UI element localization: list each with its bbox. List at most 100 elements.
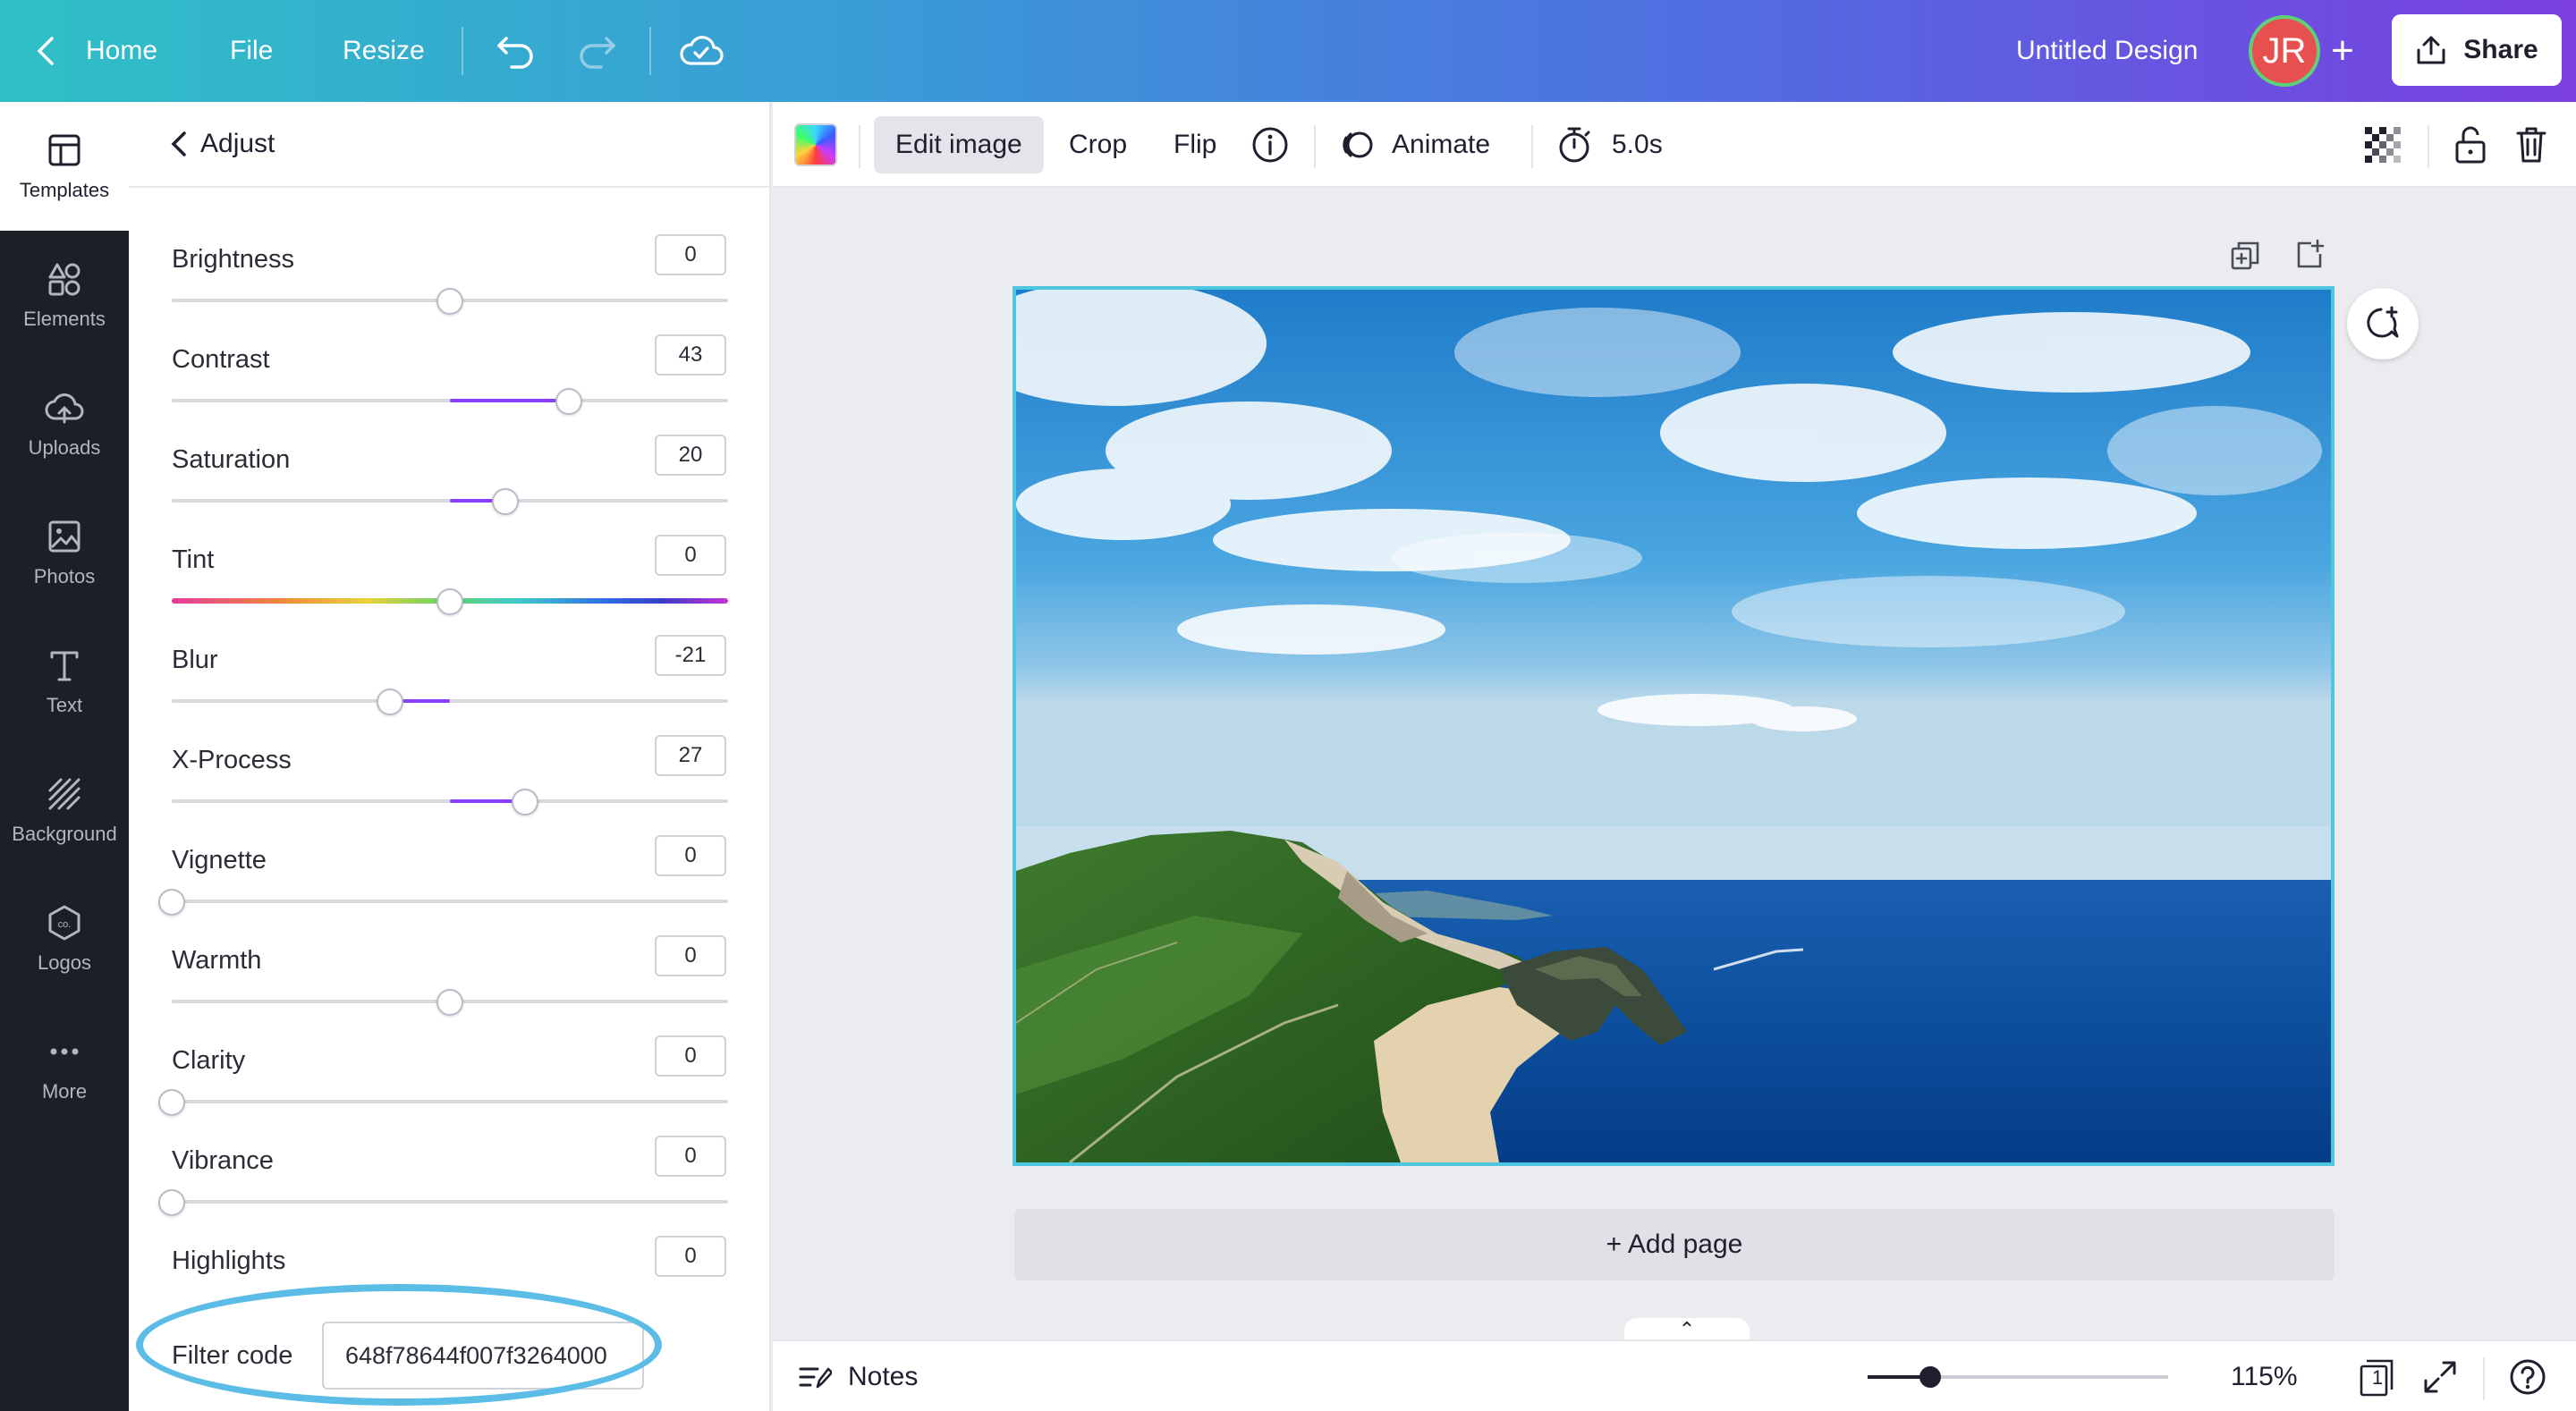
slider-knob[interactable] (158, 1089, 185, 1116)
adjust-value-input[interactable]: -21 (655, 635, 726, 676)
top-bar: Home File Resize Untitled Design JR + Sh… (0, 0, 2576, 102)
adjust-value-input[interactable]: 20 (655, 435, 726, 476)
zoom-percentage[interactable]: 115% (2231, 1341, 2298, 1411)
adjust-value-input[interactable]: 0 (655, 535, 726, 576)
nav-item-uploads[interactable]: Uploads (0, 359, 129, 488)
undo-icon[interactable] (496, 0, 535, 102)
redo-icon[interactable] (578, 0, 617, 102)
toolbar-divider (1314, 125, 1316, 168)
flip-button[interactable]: Flip (1174, 116, 1216, 173)
back-chevron-icon[interactable] (36, 0, 55, 102)
slider-knob[interactable] (158, 1189, 185, 1216)
slider-knob[interactable] (512, 789, 538, 815)
slider-knob[interactable] (158, 889, 185, 916)
edit-image-button[interactable]: Edit image (874, 116, 1044, 173)
design-title[interactable]: Untitled Design (2016, 0, 2198, 102)
resize-button[interactable]: Resize (343, 0, 425, 102)
back-chevron-icon[interactable] (170, 131, 188, 157)
adjust-label: X-Process (172, 746, 292, 774)
adjust-value-input[interactable]: 0 (655, 1236, 726, 1277)
nav-label: Text (46, 694, 83, 716)
adjust-x-process: X-Process 27 (172, 728, 728, 828)
slider-fill (450, 399, 569, 402)
slider-knob[interactable] (377, 689, 403, 715)
slider-knob[interactable] (436, 288, 463, 315)
more-icon (50, 1048, 79, 1055)
adjust-contrast: Contrast 43 (172, 327, 728, 427)
slider-track[interactable] (172, 699, 728, 703)
transparency-icon[interactable] (2361, 123, 2404, 166)
home-button[interactable]: Home (86, 0, 157, 102)
adjust-value-input[interactable]: 0 (655, 234, 726, 275)
adjust-value-input[interactable]: 0 (655, 835, 726, 876)
adjust-label: Vibrance (172, 1146, 274, 1175)
collapse-notes-chevron-icon[interactable]: ⌃ (1624, 1318, 1750, 1341)
page-count-button[interactable]: 1 (2354, 1354, 2401, 1400)
unlock-icon[interactable] (2447, 122, 2494, 168)
info-icon[interactable] (1250, 116, 1290, 173)
adjust-blur: Blur -21 (172, 628, 728, 728)
fullscreen-expand-icon[interactable] (2419, 1356, 2462, 1398)
toolbar-divider (462, 27, 463, 75)
adjust-vibrance: Vibrance 0 (158, 1128, 728, 1229)
adjust-label: Tint (172, 545, 215, 574)
adjust-value-input[interactable]: 0 (655, 935, 726, 976)
left-nav: Templates Elements Uploads Photos Text B… (0, 102, 129, 1411)
crop-button[interactable]: Crop (1069, 116, 1127, 173)
app-root: Home File Resize Untitled Design JR + Sh… (0, 0, 2576, 1411)
adjust-panel: Adjust Brightness 0 Contrast 43 Saturati… (129, 102, 771, 1411)
nav-label: Photos (33, 565, 96, 587)
slider-track[interactable] (172, 1200, 728, 1204)
uploads-icon (45, 393, 84, 424)
slider-knob[interactable] (436, 989, 463, 1016)
duplicate-page-icon[interactable] (2225, 236, 2265, 275)
bottom-bar: Notes 115% 1 (773, 1339, 2576, 1411)
zoom-slider-knob[interactable] (1919, 1366, 1941, 1388)
nav-item-more[interactable]: More (0, 1003, 129, 1132)
notes-icon (799, 1367, 832, 1389)
slider-track[interactable] (172, 1100, 728, 1103)
share-button[interactable]: Share (2392, 14, 2562, 86)
trash-icon[interactable] (2508, 122, 2555, 168)
adjust-warmth: Warmth 0 (172, 928, 728, 1028)
nav-label: Uploads (28, 436, 101, 459)
adjust-label: Blur (172, 646, 218, 674)
add-comment-icon[interactable] (2347, 288, 2419, 359)
share-label: Share (2463, 35, 2538, 64)
adjust-label: Saturation (172, 445, 291, 474)
adjust-value-input[interactable]: 27 (655, 735, 726, 776)
logos-icon: co. (48, 905, 80, 941)
slider-knob[interactable] (436, 588, 463, 615)
adjust-value-input[interactable]: 43 (655, 334, 726, 376)
help-icon[interactable] (2504, 1354, 2551, 1400)
avatar[interactable]: JR (2249, 15, 2320, 87)
cloud-saved-icon[interactable] (678, 0, 724, 102)
slider-track[interactable] (172, 900, 728, 903)
nav-item-photos[interactable]: Photos (0, 488, 129, 617)
slider-knob[interactable] (492, 488, 519, 515)
nav-item-templates[interactable]: Templates (0, 102, 129, 231)
color-picker-swatch[interactable] (794, 123, 837, 166)
adjust-clarity: Clarity 0 (158, 1028, 728, 1128)
adjust-value-input[interactable]: 0 (655, 1035, 726, 1077)
adjust-value-input[interactable]: 0 (655, 1136, 726, 1177)
notes-label: Notes (848, 1362, 919, 1391)
toolbar-divider (2428, 125, 2429, 168)
toolbar-divider (649, 27, 651, 75)
nav-item-background[interactable]: Background (0, 746, 129, 874)
nav-label: Templates (19, 179, 110, 201)
toolbar-divider (859, 125, 860, 168)
animate-button[interactable]: Animate (1340, 116, 1490, 173)
canvas-photo-durdle-door[interactable] (1013, 286, 2334, 1166)
panel-header: Adjust (129, 102, 771, 188)
nav-item-text[interactable]: Text (0, 617, 129, 746)
duration-button[interactable]: 5.0s (1556, 116, 1663, 173)
notes-button[interactable]: Notes (798, 1341, 918, 1411)
nav-item-elements[interactable]: Elements (0, 231, 129, 359)
file-menu-button[interactable]: File (230, 0, 273, 102)
add-page-button[interactable]: + Add page (1014, 1209, 2334, 1280)
add-member-plus-icon[interactable]: + (2320, 18, 2365, 84)
slider-knob[interactable] (555, 388, 582, 415)
nav-item-logos[interactable]: co. Logos (0, 874, 129, 1003)
add-page-icon[interactable] (2290, 234, 2329, 274)
